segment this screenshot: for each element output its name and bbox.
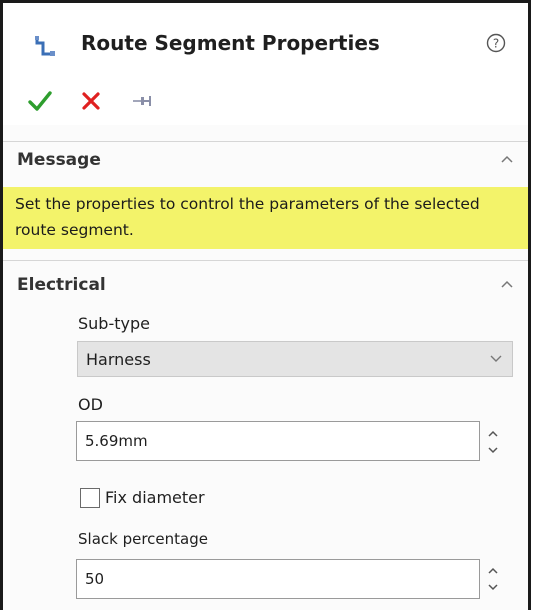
divider: [3, 141, 528, 142]
checkmark-icon: [28, 91, 52, 111]
od-label: OD: [78, 395, 103, 414]
od-spinner[interactable]: [485, 424, 501, 460]
pushpin-button[interactable]: [131, 92, 153, 110]
page-title: Route Segment Properties: [81, 31, 380, 55]
slack-percentage-input[interactable]: [76, 559, 480, 599]
fix-diameter-label[interactable]: Fix diameter: [105, 488, 205, 507]
message-box: Set the properties to control the parame…: [3, 187, 528, 249]
chevron-up-icon[interactable]: [500, 154, 514, 164]
slack-spinner[interactable]: [485, 561, 501, 597]
fix-diameter-checkbox[interactable]: [80, 488, 100, 508]
action-toolbar: [3, 81, 528, 125]
subtype-label: Sub-type: [78, 314, 150, 333]
close-icon: [82, 92, 100, 110]
help-icon[interactable]: ?: [486, 33, 506, 53]
divider: [3, 260, 528, 261]
subtype-value: Harness: [86, 350, 151, 369]
chevron-up-icon[interactable]: [500, 279, 514, 289]
electrical-section-header[interactable]: Electrical: [3, 271, 528, 301]
spin-down-icon: [488, 447, 498, 454]
chevron-down-icon: [490, 355, 502, 362]
section-title: Electrical: [17, 275, 106, 295]
message-text: Set the properties to control the parame…: [15, 195, 480, 239]
slack-percentage-label: Slack percentage: [78, 530, 208, 548]
svg-text:?: ?: [493, 37, 499, 51]
route-segment-properties-panel: Route Segment Properties ? Message Set t…: [0, 0, 531, 610]
ok-button[interactable]: [27, 88, 53, 114]
message-section-header[interactable]: Message: [3, 146, 528, 176]
spin-up-icon: [488, 567, 498, 574]
od-input[interactable]: [76, 421, 480, 461]
spin-down-icon: [488, 584, 498, 591]
pushpin-icon: [133, 96, 151, 106]
subtype-select[interactable]: Harness: [77, 341, 513, 377]
route-segment-icon: [35, 36, 55, 56]
property-manager-header: Route Segment Properties ?: [3, 3, 528, 81]
section-title: Message: [17, 150, 101, 170]
spin-up-icon: [488, 430, 498, 437]
cancel-button[interactable]: [79, 89, 103, 113]
